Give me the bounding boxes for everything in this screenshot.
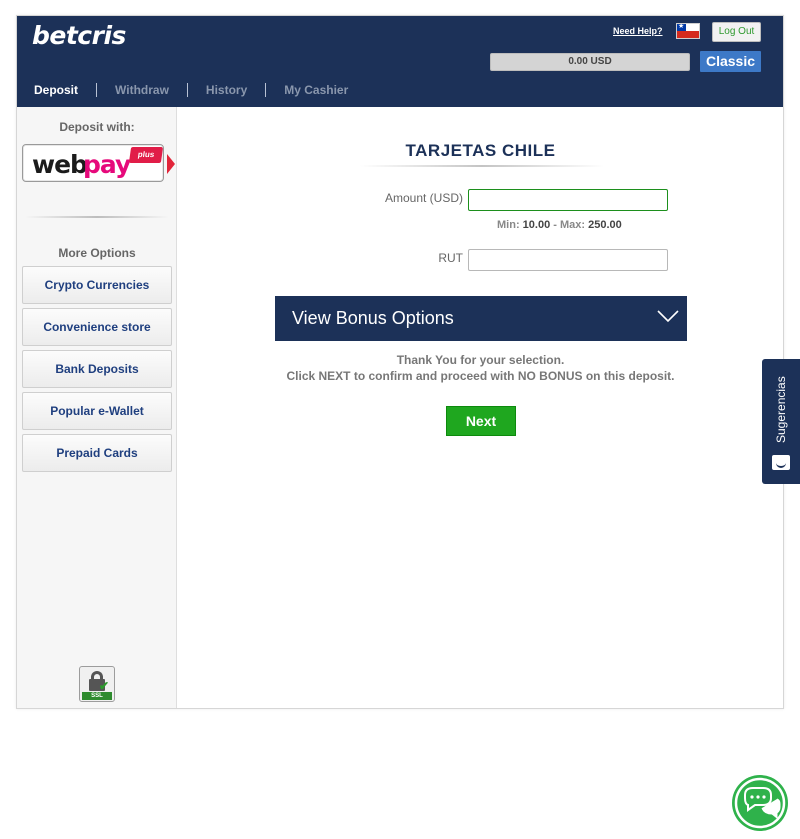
webpay-logo-pay: pay xyxy=(83,150,131,179)
tab-deposit[interactable]: Deposit xyxy=(17,83,98,97)
sidebar-divider xyxy=(25,216,169,218)
ssl-lock-icon: ✔ SSL xyxy=(79,666,115,702)
method-title: TARJETAS CHILE xyxy=(405,141,556,160)
thanks-line-2: Click NEXT to confirm and proceed with N… xyxy=(286,369,675,383)
chile-flag-icon[interactable]: ★ xyxy=(676,23,700,39)
logout-button[interactable]: Log Out xyxy=(712,22,761,42)
option-prepaid-cards[interactable]: Prepaid Cards xyxy=(22,434,172,472)
chat-button[interactable] xyxy=(732,775,788,831)
view-bonus-options-toggle[interactable]: View Bonus Options xyxy=(275,296,687,341)
more-options-label: More Options xyxy=(58,246,136,260)
webpay-logo-plus: plus xyxy=(128,147,164,163)
deposit-with-label: Deposit with: xyxy=(59,120,135,134)
ssl-label: SSL xyxy=(82,692,112,700)
smiley-icon xyxy=(772,455,790,470)
max-value: 250.00 xyxy=(588,219,622,231)
betcris-logo[interactable]: betcris xyxy=(32,21,126,50)
tab-withdraw[interactable]: Withdraw xyxy=(97,83,188,97)
max-label: Max: xyxy=(560,219,586,231)
amount-label: Amount (USD) xyxy=(384,191,463,205)
header: betcris Need Help? ★ Log Out 0.00 USD Cl… xyxy=(17,16,783,107)
chat-bubble-icon xyxy=(734,777,786,829)
option-convenience-store[interactable]: Convenience store xyxy=(22,308,172,346)
title-divider xyxy=(360,165,604,167)
next-button[interactable]: Next xyxy=(446,406,516,436)
amount-input[interactable] xyxy=(468,189,668,211)
option-crypto-currencies[interactable]: Crypto Currencies xyxy=(22,266,172,304)
bonus-options-label: View Bonus Options xyxy=(292,308,454,328)
classic-button[interactable]: Classic xyxy=(700,51,761,72)
option-popular-e-wallet[interactable]: Popular e-Wallet xyxy=(22,392,172,430)
min-label: Min: xyxy=(497,219,520,231)
need-help-link[interactable]: Need Help? xyxy=(613,26,663,36)
min-max-separator: - xyxy=(553,219,557,231)
rut-input[interactable] xyxy=(468,249,668,271)
sidebar: Deposit with: web pay plus More Options … xyxy=(17,107,177,708)
no-bonus-message: Thank You for your selection. Click NEXT… xyxy=(178,352,783,384)
selected-arrow-icon xyxy=(167,154,175,174)
chevron-down-icon xyxy=(657,310,679,323)
balance-display: 0.00 USD xyxy=(490,53,690,71)
cashier-window: betcris Need Help? ★ Log Out 0.00 USD Cl… xyxy=(16,15,784,709)
tab-my-cashier[interactable]: My Cashier xyxy=(266,83,366,97)
min-value: 10.00 xyxy=(522,219,551,231)
cashier-tabs: Deposit Withdraw History My Cashier xyxy=(17,80,366,100)
webpay-plus-method-button[interactable]: web pay plus xyxy=(22,144,164,182)
tab-history[interactable]: History xyxy=(188,83,267,97)
feedback-tab[interactable]: Sugerencias xyxy=(762,359,800,484)
thanks-line-1: Thank You for your selection. xyxy=(396,353,565,367)
feedback-label: Sugerencias xyxy=(774,376,788,443)
rut-label: RUT xyxy=(438,251,463,265)
deposit-form: TARJETAS CHILE Amount (USD) Min: 10.00 -… xyxy=(178,107,783,708)
webpay-logo-web: web xyxy=(32,150,88,179)
min-max-hint: Min: 10.00 - Max: 250.00 xyxy=(497,219,622,231)
option-bank-deposits[interactable]: Bank Deposits xyxy=(22,350,172,388)
